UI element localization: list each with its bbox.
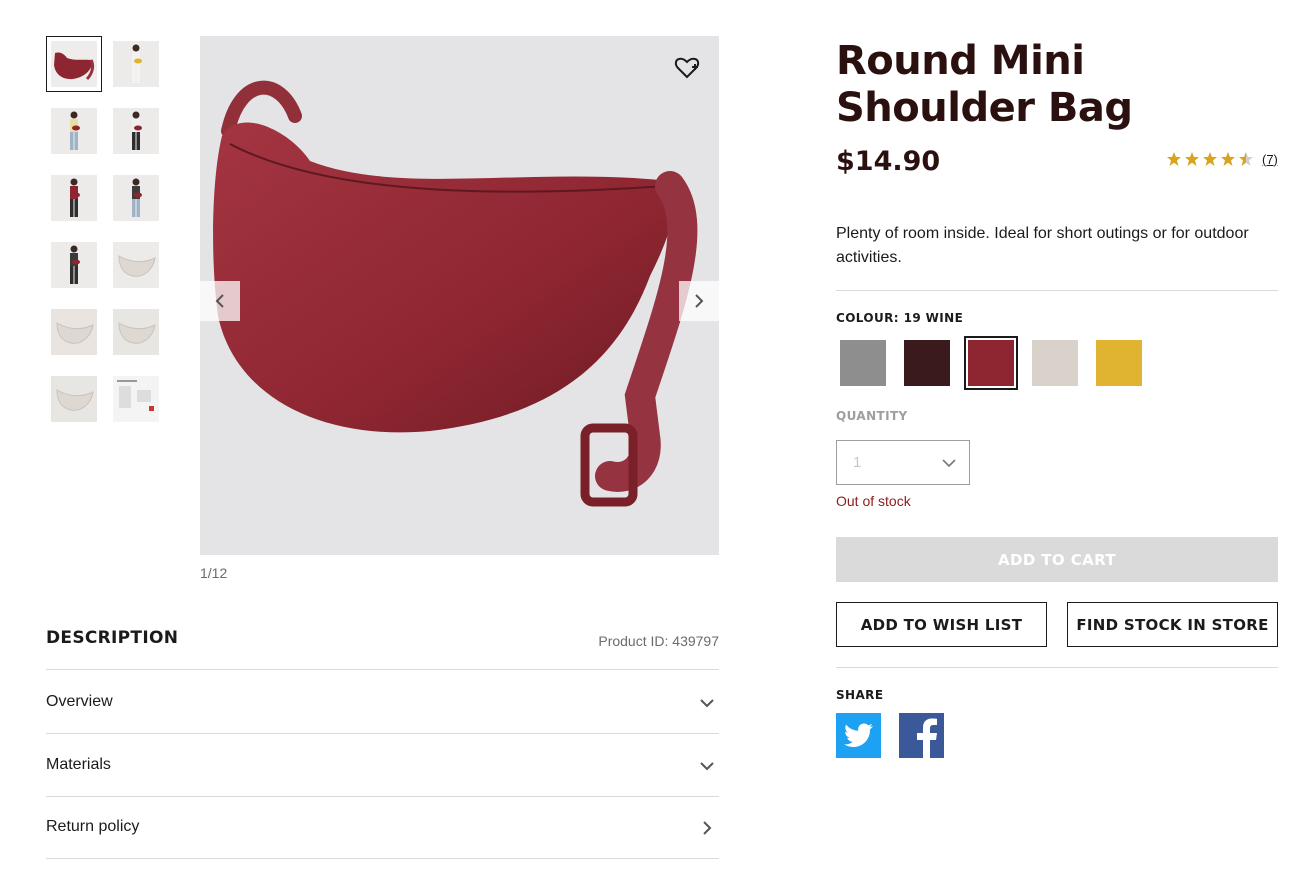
- twitter-icon: [843, 723, 873, 747]
- gallery-counter: 1/12: [200, 565, 228, 581]
- add-to-wishlist-button[interactable]: ADD TO WISH LIST: [836, 602, 1047, 647]
- add-to-cart-button[interactable]: ADD TO CART: [836, 537, 1278, 582]
- colour-swatch-yellow[interactable]: [1092, 336, 1146, 390]
- thumb-bag-inside[interactable]: [46, 304, 102, 360]
- twitter-share-button[interactable]: [836, 713, 881, 758]
- product-id: Product ID: 439797: [598, 633, 719, 649]
- thumb-bag-strap[interactable]: [46, 371, 102, 427]
- thumbnail-image: [113, 376, 159, 422]
- accordion-materials[interactable]: Materials: [46, 734, 719, 797]
- thumb-model-6[interactable]: [46, 237, 102, 293]
- colour-swatch-natural[interactable]: [1028, 336, 1082, 390]
- thumb-model-5[interactable]: [108, 170, 164, 226]
- chevron-down-icon: [700, 762, 714, 771]
- facebook-icon: [917, 718, 937, 758]
- stock-status: Out of stock: [836, 493, 911, 509]
- divider: [836, 667, 1278, 668]
- swatch-chip: [1032, 340, 1078, 386]
- gallery-prev-button[interactable]: [200, 281, 240, 321]
- thumbnail-image: [51, 309, 97, 355]
- thumbnail-image: [113, 41, 159, 87]
- colour-swatch-wine[interactable]: [964, 336, 1018, 390]
- swatch-chip: [904, 340, 950, 386]
- accordion-overview[interactable]: Overview: [46, 671, 719, 734]
- divider: [836, 290, 1278, 291]
- thumbnail-image: [51, 41, 97, 87]
- thumbnail-image: [113, 309, 159, 355]
- thumb-size-chart[interactable]: [108, 371, 164, 427]
- swatch-chip: [968, 340, 1014, 386]
- accordion-label: Overview: [46, 693, 113, 710]
- star-icon: [1221, 152, 1235, 166]
- colour-swatch-gray[interactable]: [836, 336, 890, 390]
- colour-swatch-dark-brown[interactable]: [900, 336, 954, 390]
- share-label: SHARE: [836, 688, 884, 702]
- thumb-model-2[interactable]: [46, 103, 102, 159]
- colour-swatches: [836, 336, 1146, 390]
- facebook-share-button[interactable]: [899, 713, 944, 758]
- find-stock-button[interactable]: FIND STOCK IN STORE: [1067, 602, 1278, 647]
- thumb-model-4[interactable]: [46, 170, 102, 226]
- gallery-next-button[interactable]: [679, 281, 719, 321]
- thumb-bag-side[interactable]: [108, 304, 164, 360]
- thumbnail-image: [113, 175, 159, 221]
- chevron-down-icon: [700, 699, 714, 708]
- accordion-label: Materials: [46, 756, 111, 773]
- thumbnail-image: [51, 376, 97, 422]
- star-icon: [1167, 152, 1181, 166]
- rating-count-link[interactable]: (7): [1262, 152, 1278, 167]
- chevron-down-icon: [942, 459, 956, 468]
- rating: (7): [1166, 151, 1278, 167]
- bag-image: [213, 80, 698, 507]
- swatch-chip: [840, 340, 886, 386]
- thumb-bag-front[interactable]: [46, 36, 102, 92]
- thumbnail-image: [51, 108, 97, 154]
- product-price: $14.90: [836, 146, 941, 177]
- quantity-select[interactable]: 1: [836, 440, 970, 485]
- accordion-label: Return policy: [46, 818, 140, 835]
- thumbnail-image: [113, 108, 159, 154]
- quantity-value: 1: [853, 454, 862, 471]
- star-icon: [1203, 152, 1217, 166]
- chevron-right-icon: [695, 294, 704, 308]
- main-product-image[interactable]: [200, 36, 719, 555]
- heart-plus-icon[interactable]: [673, 54, 701, 82]
- accordion-return-policy[interactable]: Return policy: [46, 796, 719, 859]
- description-title: DESCRIPTION: [46, 628, 179, 648]
- thumbnail-image: [51, 242, 97, 288]
- chevron-right-icon: [703, 821, 712, 835]
- thumbnail-image: [51, 175, 97, 221]
- chevron-left-icon: [215, 294, 224, 308]
- thumbnail-image: [113, 242, 159, 288]
- thumb-model-1[interactable]: [108, 36, 164, 92]
- product-title: Round Mini Shoulder Bag: [836, 38, 1133, 131]
- product-blurb: Plenty of room inside. Ideal for short o…: [836, 225, 1249, 266]
- quantity-label: QUANTITY: [836, 409, 908, 423]
- description-header: DESCRIPTION Product ID: 439797: [46, 628, 719, 670]
- star-icon: [1185, 152, 1199, 166]
- star-icon: [1239, 152, 1253, 166]
- thumb-bag-open[interactable]: [108, 237, 164, 293]
- thumb-model-3[interactable]: [108, 103, 164, 159]
- swatch-chip: [1096, 340, 1142, 386]
- colour-label: COLOUR: 19 WINE: [836, 311, 964, 325]
